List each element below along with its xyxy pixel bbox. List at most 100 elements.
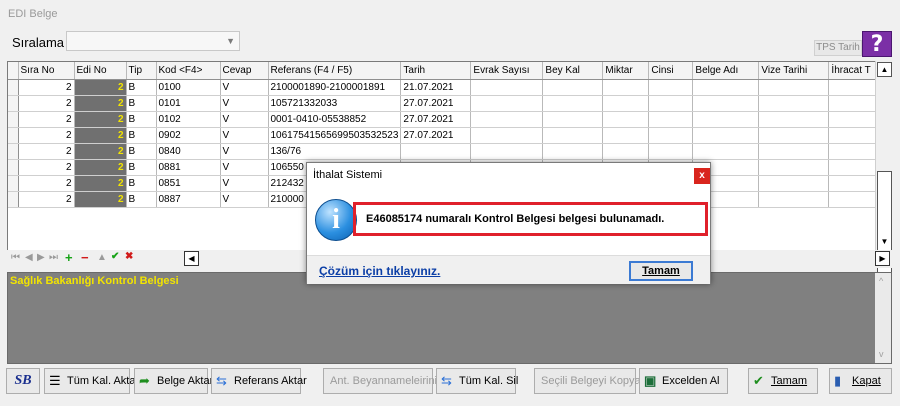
col-header-vize-tarihi[interactable]: Vize Tarihi xyxy=(758,62,830,80)
cell-edi-no[interactable]: 2 xyxy=(74,79,127,96)
cell-kod[interactable]: 0851 xyxy=(156,175,221,192)
info-panel-scrollbar[interactable]: ^ v xyxy=(875,273,891,363)
cell-cevap[interactable]: V xyxy=(220,143,269,160)
tum-kal-sil-button[interactable]: ⇆ Tüm Kal. Sil xyxy=(436,368,518,394)
cell-tarih[interactable]: 27.07.2021 xyxy=(400,111,472,128)
cell-bey-kal[interactable] xyxy=(542,79,604,96)
cell-vize-tarihi[interactable] xyxy=(758,191,830,208)
cell-sira-no[interactable]: 2 xyxy=(18,159,75,176)
cell-cinsi[interactable] xyxy=(648,111,694,128)
cell-belge-adi[interactable] xyxy=(692,143,760,160)
cell-bey-kal[interactable] xyxy=(542,111,604,128)
cell-bey-kal[interactable] xyxy=(542,95,604,112)
cell-edi-no[interactable]: 2 xyxy=(74,111,127,128)
col-header-miktar[interactable]: Miktar xyxy=(602,62,650,80)
col-header-evrak-sayisi[interactable]: Evrak Sayısı xyxy=(470,62,544,80)
cell-miktar[interactable] xyxy=(602,79,650,96)
cell-vize-tarihi[interactable] xyxy=(758,127,830,144)
cell-tarih[interactable] xyxy=(400,143,472,160)
col-header-sira-no[interactable]: Sıra No xyxy=(18,62,75,80)
cell-tarih[interactable]: 27.07.2021 xyxy=(400,127,472,144)
nav-last-icon[interactable]: ⏭ xyxy=(49,252,58,263)
cell-vize-tarihi[interactable] xyxy=(758,143,830,160)
cell-belge-adi[interactable] xyxy=(692,95,760,112)
nav-add-icon[interactable]: + xyxy=(65,250,73,265)
nav-delete-icon[interactable]: − xyxy=(81,250,89,265)
cell-vize-tarihi[interactable] xyxy=(758,95,830,112)
nav-up-icon[interactable]: ▲ xyxy=(97,252,107,263)
cell-belge-adi[interactable] xyxy=(692,79,760,96)
cell-bey-kal[interactable] xyxy=(542,127,604,144)
col-header-ihracat-tarihi[interactable]: İhracat T xyxy=(828,62,878,80)
cell-kod[interactable]: 0887 xyxy=(156,191,221,208)
scroll-up-icon[interactable]: ▲ xyxy=(877,62,892,77)
cell-tip[interactable]: B xyxy=(126,111,157,128)
nav-next-icon[interactable]: ▶ xyxy=(37,252,45,263)
kapat-button[interactable]: ▮ Kapat xyxy=(829,368,892,394)
cell-bey-kal[interactable] xyxy=(542,143,604,160)
col-header-bey-kal[interactable]: Bey Kal xyxy=(542,62,604,80)
cell-ihracat-tarihi[interactable] xyxy=(828,127,878,144)
nav-post-icon[interactable]: ✔ xyxy=(111,251,119,262)
cell-ihracat-tarihi[interactable] xyxy=(828,95,878,112)
cell-referans[interactable]: 106175415656995035325​23 xyxy=(268,127,402,144)
sb-button[interactable]: SB xyxy=(6,368,40,394)
cell-tip[interactable]: B xyxy=(126,143,157,160)
cell-sira-no[interactable]: 2 xyxy=(18,79,75,96)
tamam-button[interactable]: ✔ Tamam xyxy=(748,368,818,394)
scroll-right-icon[interactable]: ▶ xyxy=(875,251,890,266)
cell-cinsi[interactable] xyxy=(648,127,694,144)
col-header-belge-adi[interactable]: Belge Adı xyxy=(692,62,760,80)
cell-vize-tarihi[interactable] xyxy=(758,175,830,192)
cell-tarih[interactable]: 27.07.2021 xyxy=(400,95,472,112)
dialog-ok-button[interactable]: Tamam xyxy=(629,261,693,281)
cell-tip[interactable]: B xyxy=(126,127,157,144)
cell-vize-tarihi[interactable] xyxy=(758,79,830,96)
cell-ihracat-tarihi[interactable] xyxy=(828,111,878,128)
cell-ihracat-tarihi[interactable] xyxy=(828,159,878,176)
cell-evrak-sayisi[interactable] xyxy=(470,127,544,144)
tps-tarih-button[interactable]: TPS Tarih xyxy=(814,40,862,56)
referans-aktar-button[interactable]: ⇆ Referans Aktar xyxy=(211,368,307,394)
grid-vertical-scrollbar[interactable]: ▲ ▼ xyxy=(875,61,892,289)
col-header-tip[interactable]: Tip xyxy=(126,62,157,80)
cell-cevap[interactable]: V xyxy=(220,79,269,96)
cell-tip[interactable]: B xyxy=(126,191,157,208)
sort-select[interactable]: ▼ xyxy=(66,31,240,51)
table-row[interactable]: 2 2 B 0100 V 2100001890-2100001891 21.07… xyxy=(8,79,878,96)
cell-edi-no[interactable]: 2 xyxy=(74,95,127,112)
cell-edi-no[interactable]: 2 xyxy=(74,127,127,144)
cell-cevap[interactable]: V xyxy=(220,111,269,128)
cell-miktar[interactable] xyxy=(602,143,650,160)
table-row[interactable]: 2 2 B 0902 V 106175415656995035325​23 27… xyxy=(8,127,878,144)
cell-vize-tarihi[interactable] xyxy=(758,159,830,176)
cell-sira-no[interactable]: 2 xyxy=(18,111,75,128)
cell-vize-tarihi[interactable] xyxy=(758,111,830,128)
cell-referans[interactable]: 2100001890-2100001891 xyxy=(268,79,402,96)
cell-edi-no[interactable]: 2 xyxy=(74,159,127,176)
cell-referans[interactable]: 136/76 xyxy=(268,143,402,160)
cell-tip[interactable]: B xyxy=(126,79,157,96)
cell-ihracat-tarihi[interactable] xyxy=(828,143,878,160)
cell-kod[interactable]: 0881 xyxy=(156,159,221,176)
cell-ihracat-tarihi[interactable] xyxy=(828,175,878,192)
table-row[interactable]: 2 2 B 0840 V 136/76 xyxy=(8,143,878,160)
col-header-kod[interactable]: Kod <F4> xyxy=(156,62,221,80)
cell-cevap[interactable]: V xyxy=(220,175,269,192)
nav-prev-icon[interactable]: ◀ xyxy=(25,252,33,263)
cell-edi-no[interactable]: 2 xyxy=(74,191,127,208)
col-header-referans[interactable]: Referans (F4 / F5) xyxy=(268,62,402,80)
col-header-tarih[interactable]: Tarih xyxy=(400,62,472,80)
cell-cinsi[interactable] xyxy=(648,95,694,112)
col-header-cevap[interactable]: Cevap xyxy=(220,62,269,80)
nav-cancel-icon[interactable]: ✖ xyxy=(125,251,133,262)
cell-edi-no[interactable]: 2 xyxy=(74,143,127,160)
cell-cevap[interactable]: V xyxy=(220,127,269,144)
cell-cevap[interactable]: V xyxy=(220,95,269,112)
cell-evrak-sayisi[interactable] xyxy=(470,143,544,160)
col-header-cinsi[interactable]: Cinsi xyxy=(648,62,694,80)
scroll-left-icon[interactable]: ◀ xyxy=(184,251,199,266)
cell-sira-no[interactable]: 2 xyxy=(18,95,75,112)
close-icon[interactable]: x xyxy=(694,168,710,184)
cell-kod[interactable]: 0100 xyxy=(156,79,221,96)
